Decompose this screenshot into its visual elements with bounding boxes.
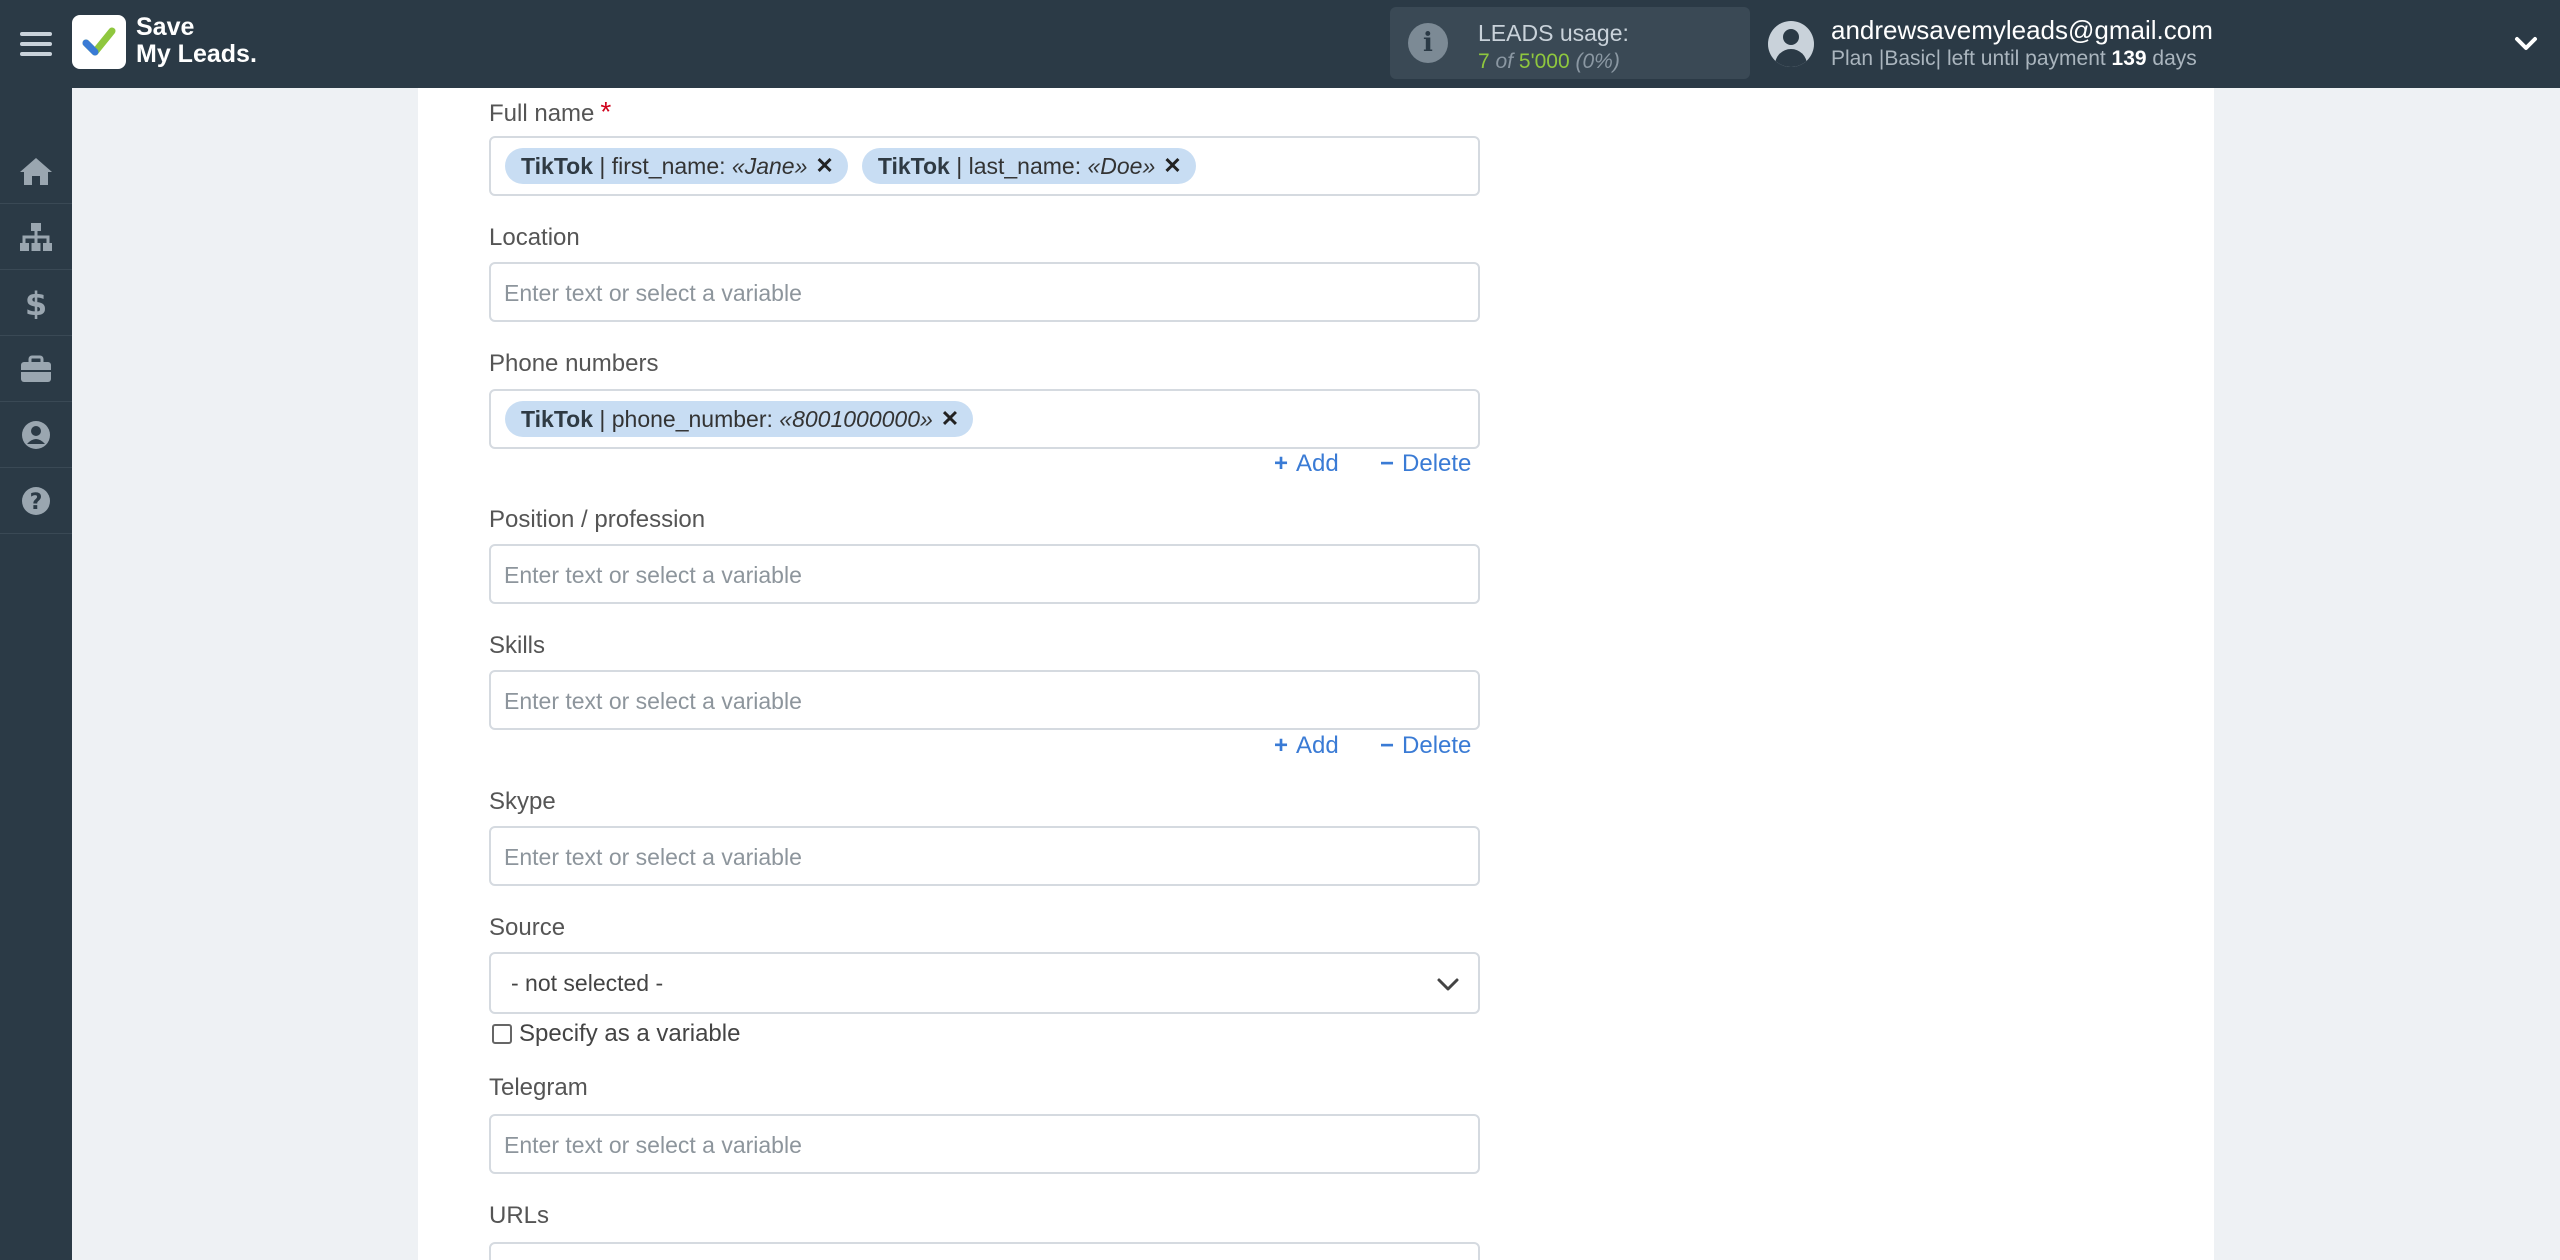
remove-tag-icon[interactable]: ✕ [815,153,833,179]
position-label: Position / profession [489,506,706,533]
usage-used: 7 [1478,50,1490,73]
plan-days: 139 [2111,47,2147,70]
plan-suffix: days [2146,47,2197,70]
plus-icon: + [1274,732,1289,759]
phone-delete-button[interactable]: − Delete [1380,450,1471,478]
phone-add-button[interactable]: + Add [1274,450,1339,478]
sidebar-item-connections[interactable] [0,204,72,270]
sitemap-icon [20,223,52,251]
minus-icon: − [1380,450,1395,477]
brand-name[interactable]: Save My Leads. [136,14,257,68]
usage-title: LEADS usage: [1478,20,1629,46]
position-placeholder: Enter text or select a variable [504,562,802,588]
menu-toggle-icon[interactable] [20,28,52,60]
account-plan: Plan |Basic| left until payment 139 days [1831,47,2197,71]
usage-of: of [1495,50,1514,73]
skills-field[interactable]: Enter text or select a variable [489,670,1480,730]
source-select[interactable]: - not selected - [489,952,1480,1014]
location-field[interactable]: Enter text or select a variable [489,262,1480,322]
brand-line-2: My Leads [136,40,250,68]
usage-value: 7 of 5'000 (0%) [1478,50,1620,74]
svg-text:?: ? [30,490,43,515]
skype-field[interactable]: Enter text or select a variable [489,826,1480,886]
leads-usage-panel: i LEADS usage: 7 of 5'000 (0%) [1390,7,1750,79]
skills-placeholder: Enter text or select a variable [504,688,802,714]
usage-total: 5'000 [1518,50,1570,73]
plan-prefix: Plan |Basic| left until payment [1831,47,2112,70]
plus-icon: + [1274,450,1289,477]
account-email[interactable]: andrewsavemyleads@gmail.com [1831,15,2213,46]
phone-numbers-field[interactable]: TikTok | phone_number: «8001000000» ✕ [489,389,1480,449]
skype-label: Skype [489,788,556,815]
svg-text:$: $ [25,287,47,319]
urls-field[interactable] [489,1242,1480,1260]
sidebar-item-services[interactable] [0,336,72,402]
sidebar-item-profile[interactable] [0,402,72,468]
telegram-field[interactable]: Enter text or select a variable [489,1114,1480,1174]
avatar[interactable] [1768,21,1814,67]
source-label: Source [489,914,566,941]
info-icon: i [1408,23,1448,63]
urls-label: URLs [489,1202,550,1229]
location-label: Location [489,224,580,251]
source-selected-value: - not selected - [511,970,664,996]
help-icon: ? [22,487,50,515]
remove-tag-icon[interactable]: ✕ [941,406,959,432]
skype-placeholder: Enter text or select a variable [504,844,802,870]
sidebar-item-help[interactable]: ? [0,468,72,534]
usage-percent: (0%) [1575,50,1620,73]
telegram-label: Telegram [489,1074,588,1101]
dollar-icon: $ [25,287,47,319]
full-name-label: Full name * [489,96,612,127]
specify-variable-label[interactable]: Specify as a variable [519,1020,740,1048]
sidebar: $ ? [0,88,72,1260]
home-icon [20,158,52,185]
briefcase-icon [21,355,51,382]
required-mark: * [600,96,612,127]
skills-delete-button[interactable]: − Delete [1380,732,1471,760]
skills-add-button[interactable]: + Add [1274,732,1339,760]
skills-label: Skills [489,632,546,659]
phone-numbers-label: Phone numbers [489,350,659,377]
user-circle-icon [22,421,50,449]
variable-tag-first-name[interactable]: TikTok | first_name: «Jane» ✕ [505,148,848,184]
position-field[interactable]: Enter text or select a variable [489,544,1480,604]
top-bar: Save My Leads. i LEADS usage: 7 of 5'000… [0,0,2560,88]
brand-line-1: Save [136,13,195,41]
minus-icon: − [1380,732,1395,759]
location-placeholder: Enter text or select a variable [504,280,802,306]
chevron-down-icon[interactable] [2512,30,2540,58]
specify-variable-checkbox[interactable] [492,1024,512,1044]
variable-tag-last-name[interactable]: TikTok | last_name: «Doe» ✕ [861,148,1196,184]
logo-icon[interactable] [72,15,126,69]
sidebar-item-home[interactable] [0,138,72,204]
variable-tag-phone-number[interactable]: TikTok | phone_number: «8001000000» ✕ [505,401,974,437]
sidebar-item-billing[interactable]: $ [0,270,72,336]
chevron-down-icon [1437,978,1459,991]
telegram-placeholder: Enter text or select a variable [504,1132,802,1158]
full-name-field[interactable]: TikTok | first_name: «Jane» ✕ TikTok | la… [489,136,1480,196]
remove-tag-icon[interactable]: ✕ [1163,153,1181,179]
